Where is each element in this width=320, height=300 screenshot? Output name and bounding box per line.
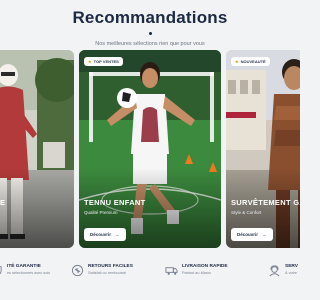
nouveaute-badge: ★ NOUVEAUTÉ: [231, 57, 270, 66]
card-subtitle: Qualité Premium: [84, 210, 118, 215]
support-agent-icon: [269, 265, 280, 277]
discover-label: Découvrir: [90, 232, 112, 237]
star-icon: ★: [88, 59, 92, 64]
arrow-right-icon: →: [262, 232, 267, 237]
discover-label: Découvrir: [237, 232, 259, 237]
badge-label: NOUVEAUTÉ: [240, 59, 266, 64]
badge-label: TOP VENTES: [93, 59, 119, 64]
product-card-tenue-enfant[interactable]: ★ TOP VENTES TENNU ENFANT Qualité Premiu…: [79, 50, 221, 248]
card-title: TENNU ENFANT: [84, 198, 146, 207]
top-ventes-badge: ★ TOP VENTES: [84, 57, 123, 66]
card-subtitle: Style & Confort: [231, 210, 262, 215]
discover-button[interactable]: Découvrir →: [84, 228, 126, 241]
section-subtitle: Nos meilleures sélections rien que pour …: [95, 41, 205, 47]
feature-quality: ITÉ GARANTIE es sélectionnés avec soin: [0, 264, 50, 277]
feature-returns: RETOURS FACILES Satisfait ou remboursé: [71, 264, 133, 277]
arrow-right-icon: →: [115, 232, 120, 237]
star-icon: ★: [235, 59, 239, 64]
discover-button[interactable]: Découvrir →: [231, 228, 273, 241]
section-title: Recommandations: [72, 8, 228, 27]
return-arrows-icon: [71, 264, 84, 277]
features-bar: ITÉ GARANTIE es sélectionnés avec soin R…: [0, 258, 300, 300]
product-card-women-set[interactable]: E: [0, 50, 74, 248]
card-title: E: [0, 198, 6, 207]
shield-check-icon: [0, 265, 2, 275]
card-title: SURVÊTEMENT GAR: [231, 198, 300, 207]
truck-icon: [165, 267, 178, 275]
feature-delivery: LIVRAISON RAPIDE Partout au Maroc: [165, 264, 228, 277]
section-header: Recommandations Nos meilleures sélection…: [0, 0, 300, 47]
product-card-survetement[interactable]: ★ NOUVEAUTÉ SURVÊTEMENT GAR Style & Conf…: [226, 50, 300, 248]
feature-service: SERV À votre: [268, 264, 298, 277]
recommendations-carousel: E ★ TOP VENTES TENNU ENFANT Qualité Prem…: [0, 50, 300, 248]
title-divider-dot: [148, 32, 152, 35]
